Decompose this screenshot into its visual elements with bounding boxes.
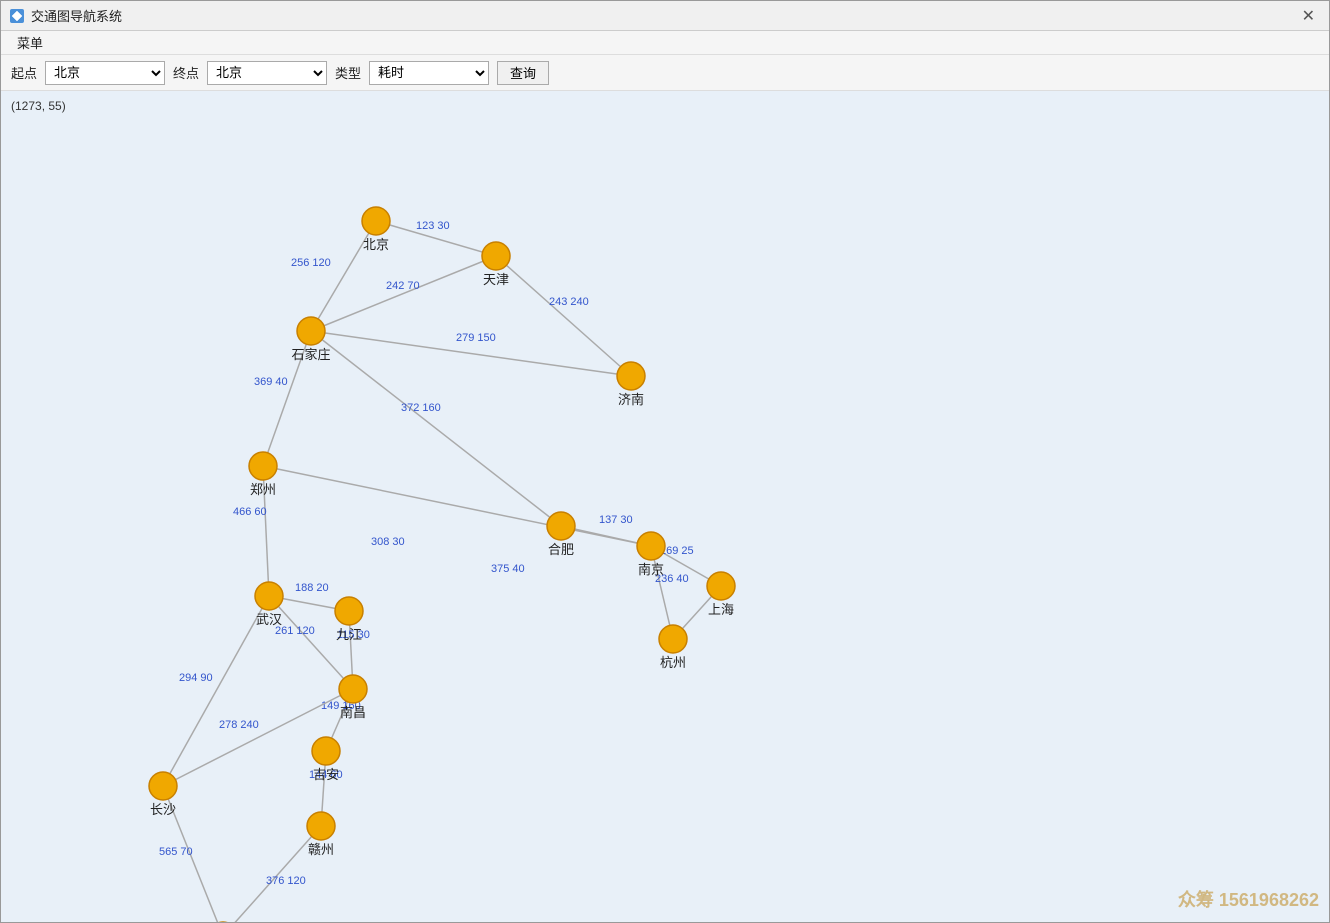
end-select[interactable]: 北京 [207,61,327,85]
query-button[interactable]: 查询 [497,61,549,85]
svg-text:137 30: 137 30 [599,514,633,526]
svg-text:合肥: 合肥 [548,542,574,557]
type-select[interactable]: 耗时 [369,61,489,85]
svg-text:赣州: 赣州 [308,842,334,857]
svg-text:308 30: 308 30 [371,536,405,548]
svg-text:565 70: 565 70 [159,846,193,858]
svg-text:466 60: 466 60 [233,506,267,518]
graph-svg: 123 30 256 120 242 70 243 240 279 150 369 40 3… [1,91,1329,922]
end-label: 终点 [173,63,199,82]
start-label: 起点 [11,63,37,82]
svg-text:上海: 上海 [708,602,734,617]
svg-text:279 150: 279 150 [456,332,496,344]
svg-text:北京: 北京 [363,237,389,252]
title-bar: 交通图导航系统 ✕ [1,1,1329,31]
window-title: 交通图导航系统 [31,6,122,25]
svg-text:375 40: 375 40 [491,563,525,575]
svg-text:杭州: 杭州 [660,655,686,670]
menu-bar: 菜单 [1,31,1329,55]
start-select[interactable]: 北京 [45,61,165,85]
toolbar: 起点 北京 终点 北京 类型 耗时 查询 [1,55,1329,91]
watermark: 众筹 1561968262 [1178,886,1319,912]
type-label: 类型 [335,63,361,82]
app-icon [9,8,25,24]
svg-text:242 70: 242 70 [386,280,420,292]
svg-text:南昌: 南昌 [340,705,366,720]
svg-text:武汉: 武汉 [256,612,282,627]
svg-text:吉安: 吉安 [313,767,339,782]
svg-text:294 90: 294 90 [179,672,213,684]
svg-text:天津: 天津 [483,272,509,287]
svg-text:256 120: 256 120 [291,257,331,269]
canvas-area: (1273, 55) 123 30256 120242 70243 240279… [1,91,1329,922]
svg-text:长沙: 长沙 [150,802,176,817]
svg-text:123 30: 123 30 [416,220,450,232]
svg-text:济南: 济南 [618,392,644,407]
svg-text:372 160: 372 160 [401,402,441,414]
title-bar-left: 交通图导航系统 [9,6,122,25]
main-window: 交通图导航系统 ✕ 菜单 起点 北京 终点 北京 类型 耗时 查询 (1273,… [0,0,1330,923]
svg-text:188 20: 188 20 [295,582,329,594]
close-button[interactable]: ✕ [1296,4,1321,28]
menu-item-main[interactable]: 菜单 [9,31,51,54]
svg-text:369 40: 369 40 [254,376,288,388]
svg-text:郑州: 郑州 [250,482,276,497]
svg-text:南京: 南京 [638,562,664,577]
svg-text:376 120: 376 120 [266,875,306,887]
svg-text:243 240: 243 240 [549,296,589,308]
svg-text:九江: 九江 [336,627,362,642]
svg-text:278 240: 278 240 [219,719,259,731]
svg-text:石家庄: 石家庄 [291,347,330,362]
